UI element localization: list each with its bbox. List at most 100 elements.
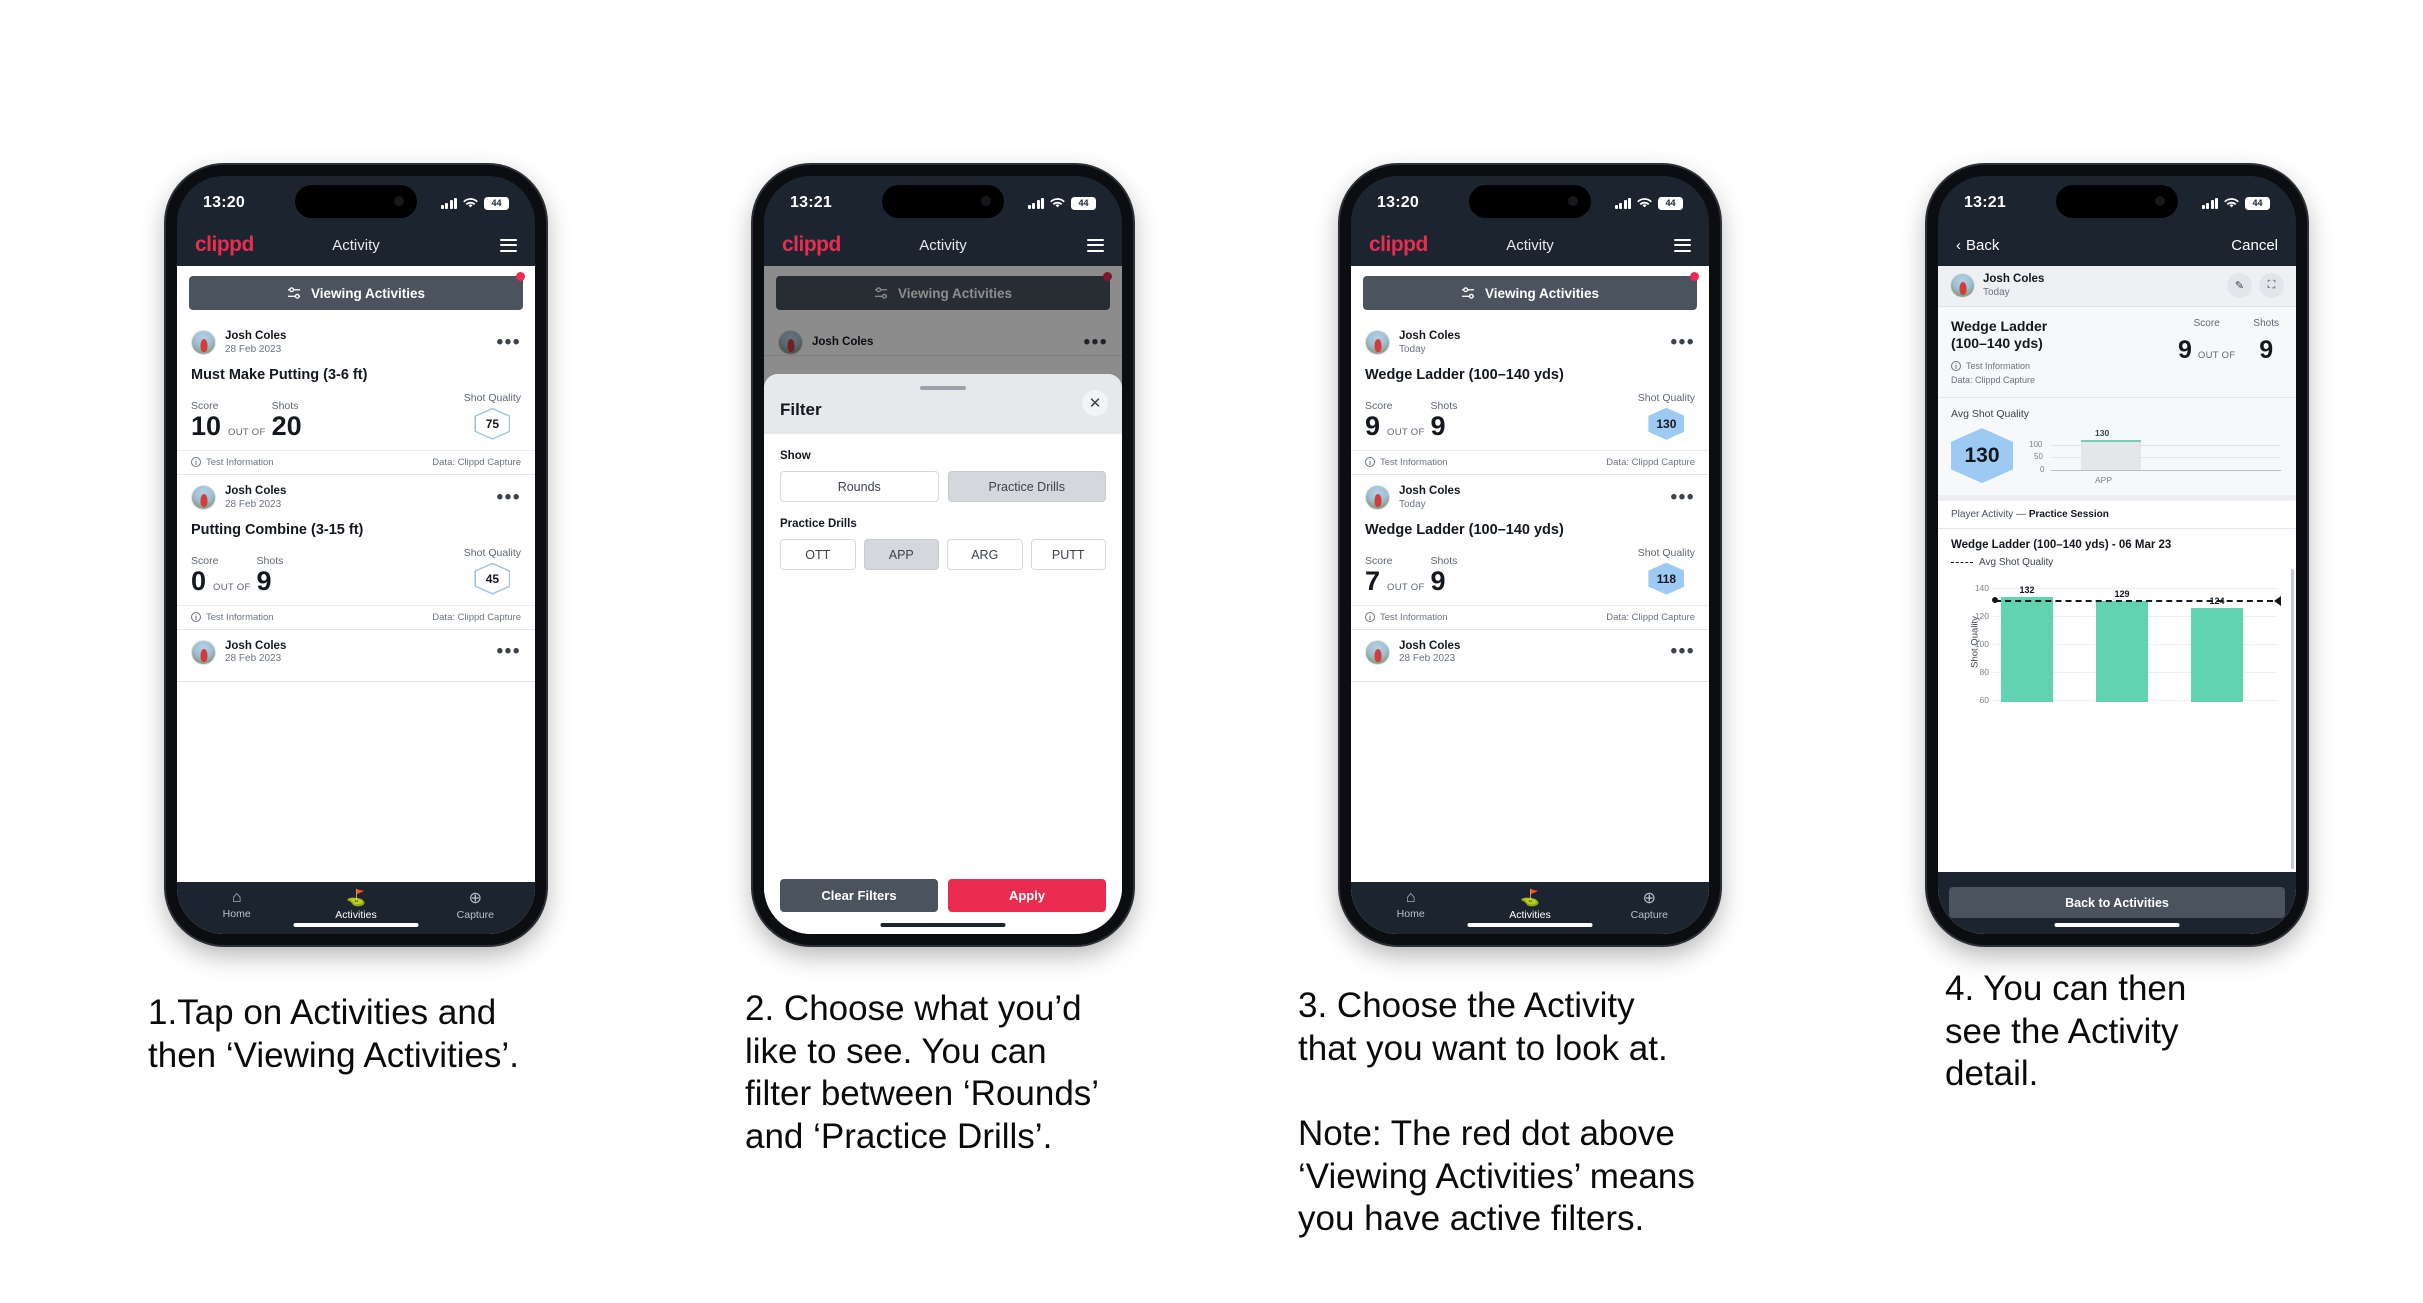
- drill-chip-arg[interactable]: ARG: [947, 539, 1023, 570]
- card-menu-icon[interactable]: •••: [497, 642, 521, 661]
- card-date: Today: [1399, 498, 1426, 510]
- avg-line-arrow: [2274, 595, 2281, 606]
- viewing-activities-button[interactable]: Viewing Activities: [1363, 276, 1697, 310]
- plus-circle-icon: ⊕: [468, 890, 483, 907]
- shot-quality-label: Shot Quality: [1637, 391, 1695, 404]
- menu-icon[interactable]: [1087, 238, 1104, 252]
- battery-icon: 44: [2245, 196, 2270, 210]
- avatar: [191, 330, 216, 356]
- phone-3: 13:20 44 clippd Activity Viewing Activit…: [1340, 165, 1720, 945]
- chevron-left-icon: ‹: [1956, 236, 1961, 254]
- session-type: Practice Session: [2028, 508, 2109, 520]
- status-bar: 13:20 44: [1351, 176, 1709, 224]
- card-footer-right: Data: Clippd Capture: [1606, 611, 1695, 623]
- show-option-practice-drills[interactable]: Practice Drills: [947, 471, 1106, 502]
- avatar: [1365, 485, 1390, 511]
- tab-home[interactable]: ⌂ Home: [177, 889, 296, 920]
- bar-1: [2001, 596, 2053, 702]
- tab-label: Activities: [1509, 909, 1551, 921]
- show-label: Show: [780, 450, 811, 462]
- sliders-icon: [1461, 286, 1475, 299]
- app-header: clippd Activity: [177, 224, 535, 266]
- clear-filters-button[interactable]: Clear Filters: [780, 879, 938, 912]
- show-option-rounds[interactable]: Rounds: [780, 471, 939, 502]
- shots-label: Shots: [1430, 399, 1458, 412]
- home-indicator: [1467, 923, 1593, 927]
- card-footer-left: Test Information: [1380, 611, 1448, 623]
- score-label: Score: [1365, 554, 1393, 567]
- caption-4: 4. You can then see the Activity detail.: [1945, 969, 2187, 1094]
- tab-activities[interactable]: ⛳ Activities: [296, 888, 415, 921]
- filter-modal: Filter ✕ Show Rounds Practice Drills Pra…: [764, 374, 1122, 934]
- detail-shots-value: 9: [2259, 335, 2274, 364]
- avatar: [1365, 330, 1390, 356]
- phone-4: 13:21 44 ‹ Back Cancel Josh Coles Today …: [1927, 165, 2307, 945]
- close-icon[interactable]: ✕: [1082, 390, 1108, 416]
- back-to-activities-button[interactable]: Back to Activities: [1949, 887, 2285, 918]
- filter-bar-label: Viewing Activities: [1484, 285, 1600, 301]
- card-menu-icon[interactable]: •••: [1671, 333, 1695, 352]
- info-icon: i: [191, 612, 201, 623]
- expand-icon[interactable]: ⛶: [2259, 273, 2284, 299]
- tab-label: Activities: [335, 909, 377, 921]
- apply-button[interactable]: Apply: [948, 879, 1106, 912]
- drill-chip-app[interactable]: APP: [863, 539, 939, 570]
- sheet-grabber[interactable]: [920, 386, 966, 390]
- shots-label: Shots: [1430, 554, 1458, 567]
- scrollbar-thumb[interactable]: [2291, 568, 2294, 869]
- status-bar: 13:21 44: [1938, 176, 2296, 224]
- shot-quality-hex: 118: [1648, 562, 1685, 595]
- clippd-logo: clippd: [782, 233, 841, 256]
- activity-card-partial[interactable]: Josh Coles 28 Feb 2023 •••: [1351, 629, 1709, 683]
- pencil-icon[interactable]: ✎: [2227, 273, 2252, 299]
- activity-card-partial[interactable]: Josh Coles 28 Feb 2023 •••: [177, 629, 535, 683]
- activity-list[interactable]: Josh Coles Today ••• Wedge Ladder (100–1…: [1351, 320, 1709, 882]
- battery-icon: 44: [1071, 196, 1096, 210]
- cancel-button[interactable]: Cancel: [2231, 237, 2278, 254]
- detail-info-line: Test Information: [1966, 360, 2031, 371]
- card-user-name: Josh Coles: [1399, 639, 1461, 652]
- filter-bar-container: Viewing Activities: [177, 266, 535, 320]
- back-button[interactable]: ‹ Back: [1956, 237, 1999, 254]
- caption-3: 3. Choose the Activity that you want to …: [1298, 986, 1695, 1239]
- wifi-icon: [2224, 197, 2239, 207]
- status-time: 13:20: [203, 194, 245, 211]
- card-menu-icon[interactable]: •••: [1671, 488, 1695, 507]
- tab-activities[interactable]: ⛳ Activities: [1470, 888, 1589, 921]
- active-filter-dot: [516, 272, 525, 281]
- card-menu-icon[interactable]: •••: [497, 333, 521, 352]
- mini-x-label: APP: [2095, 474, 2113, 485]
- tab-capture[interactable]: ⊕ Capture: [1590, 888, 1709, 921]
- activity-list[interactable]: Josh Coles 28 Feb 2023 ••• Must Make Put…: [177, 320, 535, 882]
- score-label: Score: [191, 554, 219, 567]
- tab-label: Capture: [456, 909, 494, 921]
- activity-card[interactable]: Josh Coles Today ••• Wedge Ladder (100–1…: [1351, 320, 1709, 475]
- card-footer-right: Data: Clippd Capture: [432, 611, 521, 623]
- wifi-icon: [463, 197, 478, 207]
- ytick-140: 140: [1974, 582, 1989, 593]
- card-menu-icon[interactable]: •••: [1671, 642, 1695, 661]
- dynamic-island: [295, 185, 417, 218]
- shot-quality-hex: 45: [474, 562, 511, 595]
- avg-shot-quality-label: Avg Shot Quality: [1951, 407, 2030, 420]
- drill-chip-putt[interactable]: PUTT: [1030, 539, 1106, 570]
- legend-label: Avg Shot Quality: [1979, 556, 2054, 568]
- tab-capture[interactable]: ⊕ Capture: [416, 888, 535, 921]
- home-indicator: [293, 923, 419, 927]
- card-menu-icon[interactable]: •••: [497, 488, 521, 507]
- dynamic-island: [2056, 185, 2178, 218]
- activity-card[interactable]: Josh Coles Today ••• Wedge Ladder (100–1…: [1351, 474, 1709, 630]
- ytick-80: 80: [1979, 666, 1989, 677]
- activity-card[interactable]: Josh Coles 28 Feb 2023 ••• Must Make Put…: [177, 320, 535, 475]
- menu-icon[interactable]: [1674, 238, 1691, 252]
- tab-home[interactable]: ⌂ Home: [1351, 889, 1470, 920]
- tab-label: Capture: [1630, 909, 1668, 921]
- card-footer-right: Data: Clippd Capture: [1606, 456, 1695, 468]
- score-value: 0: [191, 565, 207, 596]
- menu-icon[interactable]: [500, 238, 517, 252]
- card-date: 28 Feb 2023: [1399, 653, 1456, 665]
- status-bar: 13:20 44: [177, 176, 535, 224]
- drill-chip-ott[interactable]: OTT: [780, 539, 856, 570]
- viewing-activities-button[interactable]: Viewing Activities: [189, 276, 523, 310]
- activity-card[interactable]: Josh Coles 28 Feb 2023 ••• Putting Combi…: [177, 474, 535, 630]
